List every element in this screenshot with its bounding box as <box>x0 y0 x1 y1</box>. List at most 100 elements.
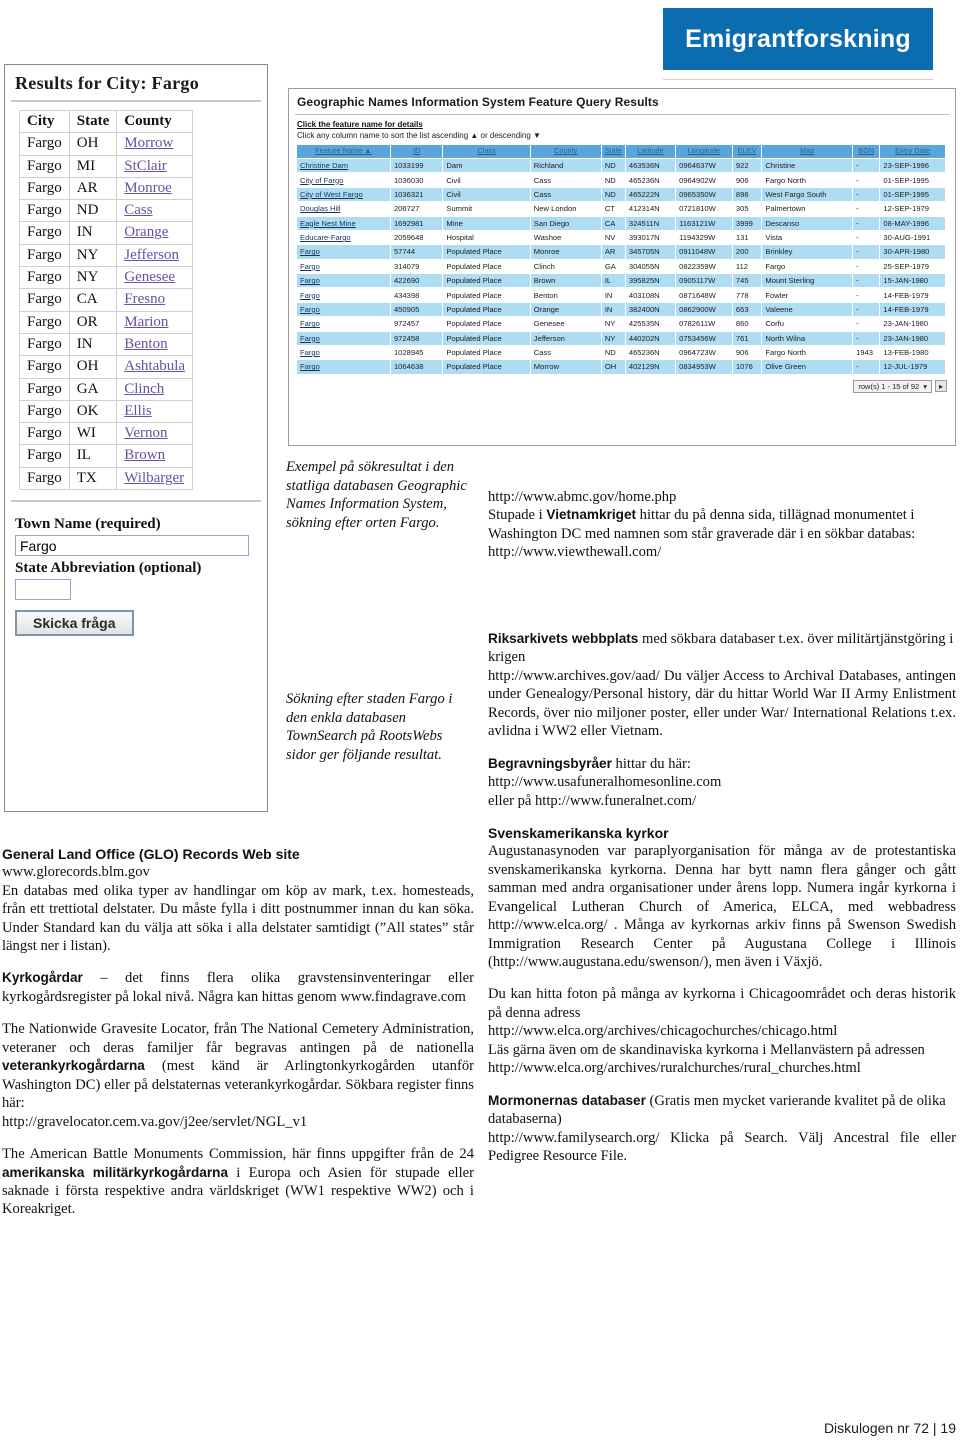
city-cell: Fargo <box>19 377 70 401</box>
gnis-column-header[interactable]: Map <box>761 144 854 159</box>
chicago-body-1: Du kan hitta foton på många av kyrkorna … <box>488 986 956 1021</box>
county-link[interactable]: Ellis <box>124 403 152 419</box>
gnis-title: Geographic Names Information System Feat… <box>297 95 659 109</box>
county-link-cell[interactable]: StClair <box>116 154 194 178</box>
gnis-feature-name-cell[interactable]: Fargo <box>296 272 391 289</box>
county-link-cell[interactable]: Brown <box>116 444 194 468</box>
gnis-feature-name-cell[interactable]: Fargo <box>296 244 391 260</box>
gnis-row-range[interactable]: row(s) 1 - 15 of 92 ▾ <box>853 379 932 393</box>
gnis-column-header[interactable]: BGN <box>852 144 881 159</box>
gnis-feature-link[interactable]: City of West Fargo <box>300 190 363 199</box>
county-link[interactable]: StClair <box>124 158 167 174</box>
county-link[interactable]: Monroe <box>124 180 172 196</box>
gnis-feature-link[interactable]: Fargo <box>300 291 320 300</box>
gnis-feature-link[interactable]: Eagle Nest Mine <box>300 219 356 228</box>
county-link[interactable]: Clinch <box>124 381 164 397</box>
gnis-feature-name-cell[interactable]: Fargo <box>296 316 391 332</box>
gnis-feature-link[interactable]: Fargo <box>300 262 320 271</box>
table-row: Fargo NY Jefferson <box>19 243 194 268</box>
gnis-column-header[interactable]: Longitude <box>675 144 733 159</box>
county-link[interactable]: Orange <box>124 224 168 240</box>
table-row: Fargo 972457 Populated Place Genesee NY 42553… <box>296 316 946 332</box>
gnis-feature-link[interactable]: Fargo <box>300 305 320 314</box>
county-link-cell[interactable]: Genesee <box>116 266 194 290</box>
gnis-feature-link[interactable]: Educare-Fargo <box>300 233 351 242</box>
gnis-feature-link[interactable]: Fargo <box>300 319 320 328</box>
gnis-next-page-button[interactable]: ▸ <box>935 380 947 393</box>
county-link[interactable]: Brown <box>124 447 165 463</box>
gnis-cell: 30-APR-1980 <box>879 244 946 260</box>
gnis-feature-name-cell[interactable]: Fargo <box>296 344 391 361</box>
county-link-cell[interactable]: Monroe <box>116 176 194 201</box>
county-link-cell[interactable]: Marion <box>116 310 194 334</box>
gnis-cell: Genesee <box>529 316 602 332</box>
county-link[interactable]: Marion <box>124 314 168 330</box>
state-abbrev-input[interactable] <box>15 579 71 601</box>
gnis-feature-name-cell[interactable]: Fargo <box>296 301 391 318</box>
county-link[interactable]: Fresno <box>124 291 165 307</box>
gnis-cell: Richland <box>529 157 602 174</box>
townsearch-form: Town Name (required) State Abbreviation … <box>5 502 267 637</box>
gnis-column-header[interactable]: ID <box>389 144 444 159</box>
gnis-feature-name-cell[interactable]: Fargo <box>296 359 391 375</box>
city-cell: Fargo <box>19 355 70 379</box>
gnis-feature-link[interactable]: Douglas Hill <box>300 204 341 213</box>
gnis-feature-link[interactable]: Fargo <box>300 362 320 371</box>
gnis-column-header[interactable]: ELEV <box>731 144 763 159</box>
county-link-cell[interactable]: Orange <box>116 221 194 245</box>
table-row: Educare-Fargo 2059648 Hospital Washoe NV 3930… <box>296 229 946 246</box>
county-link[interactable]: Wilbarger <box>124 470 184 486</box>
townsearch-caption: Sökning efter staden Fargo i den enkla d… <box>286 691 453 763</box>
gnis-feature-name-cell[interactable]: Fargo <box>296 287 391 303</box>
gnis-cell: 08-MAY-1996 <box>879 215 946 231</box>
gnis-column-header[interactable]: Feature Name ▲ <box>296 144 391 159</box>
table-row: Fargo 314079 Populated Place Clinch GA 304055… <box>296 258 946 275</box>
county-link[interactable]: Morrow <box>124 135 173 151</box>
state-cell: IN <box>68 221 118 245</box>
county-link[interactable]: Ashtabula <box>124 358 185 374</box>
gnis-cell: San Diego <box>529 215 602 231</box>
gnis-feature-link[interactable]: City of Fargo <box>300 176 343 185</box>
gnis-cell: CA <box>600 215 626 231</box>
gnis-cell: 972458 <box>389 330 444 346</box>
gnis-feature-name-cell[interactable]: Fargo <box>296 330 391 346</box>
gnis-feature-link[interactable]: Fargo <box>300 348 320 357</box>
county-link[interactable]: Genesee <box>124 269 175 285</box>
county-link-cell[interactable]: Fresno <box>116 288 194 312</box>
gnis-feature-name-cell[interactable]: City of West Fargo <box>296 186 391 203</box>
county-link-cell[interactable]: Ashtabula <box>116 355 194 379</box>
county-link[interactable]: Benton <box>124 336 167 352</box>
county-link-cell[interactable]: Vernon <box>116 422 194 446</box>
gnis-feature-name-cell[interactable]: City of Fargo <box>296 172 391 188</box>
gnis-column-header[interactable]: State <box>600 144 626 159</box>
county-link[interactable]: Jefferson <box>124 247 179 263</box>
county-link-cell[interactable]: Cass <box>116 199 194 223</box>
gnis-column-header[interactable]: Entry Date <box>879 144 946 159</box>
submit-query-button[interactable]: Skicka fråga <box>15 610 134 637</box>
county-link[interactable]: Vernon <box>124 425 167 441</box>
gnis-column-header[interactable]: Class <box>442 144 531 159</box>
county-link-cell[interactable]: Morrow <box>116 132 194 156</box>
county-link-cell[interactable]: Jefferson <box>116 243 194 268</box>
gnis-feature-name-cell[interactable]: Christine Dam <box>296 157 391 174</box>
county-link-cell[interactable]: Wilbarger <box>116 466 194 491</box>
gnis-column-header[interactable]: Latitude <box>624 144 677 159</box>
chevron-down-icon[interactable]: ▾ <box>923 382 927 391</box>
gnis-feature-link[interactable]: Fargo <box>300 276 320 285</box>
gnis-feature-link[interactable]: Christine Dam <box>300 161 348 170</box>
county-link-cell[interactable]: Clinch <box>116 377 194 401</box>
county-link-cell[interactable]: Benton <box>116 332 194 357</box>
table-row: Fargo 57744 Populated Place Monroe AR 345705N… <box>296 244 946 260</box>
gnis-feature-name-cell[interactable]: Educare-Fargo <box>296 229 391 246</box>
gnis-feature-name-cell[interactable]: Douglas Hill <box>296 201 391 217</box>
county-link[interactable]: Cass <box>124 202 152 218</box>
gnis-feature-link[interactable]: Fargo <box>300 247 320 256</box>
gnis-column-header[interactable]: County <box>529 144 602 159</box>
county-link-cell[interactable]: Ellis <box>116 399 194 424</box>
town-name-input[interactable] <box>15 535 249 557</box>
gnis-feature-name-cell[interactable]: Eagle Nest Mine <box>296 215 391 231</box>
gnis-pager[interactable]: row(s) 1 - 15 of 92 ▾ ▸ <box>289 379 947 393</box>
gnis-feature-link[interactable]: Fargo <box>300 334 320 343</box>
gnis-feature-name-cell[interactable]: Fargo <box>296 258 391 275</box>
gnis-cell: 382400N <box>624 301 677 318</box>
